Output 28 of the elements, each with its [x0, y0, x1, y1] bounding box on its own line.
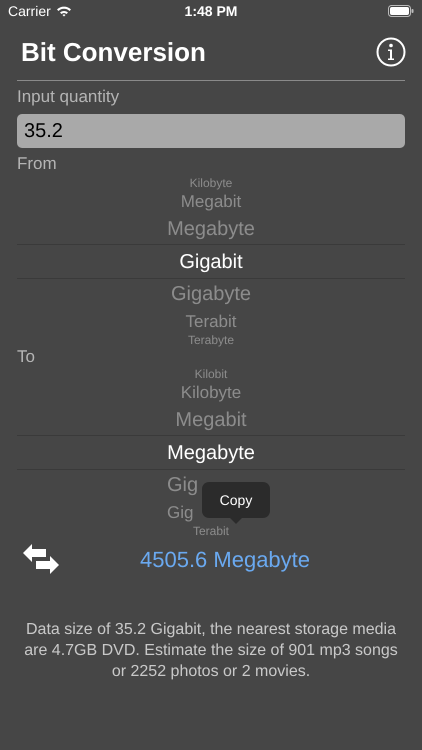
field-label: Input quantity	[17, 86, 120, 108]
conversion-result[interactable]: 4505.6 Megabyte	[140, 542, 310, 576]
storage-description: Data size of 35.2 Gigabit, the nearest storage media are 4.7GB DVD. Estimate the size of 901 mp3 songs or 2252 photos or 2 movies.	[23, 620, 399, 682]
picker-option[interactable]: Gigabyte	[170, 284, 252, 304]
carrier-label: Carrier	[8, 2, 51, 20]
picker-option[interactable]: Gig	[167, 475, 198, 495]
swap-arrows-icon[interactable]	[23, 544, 59, 574]
picker-option[interactable]: Gig	[167, 504, 194, 521]
picker-option[interactable]: Kilobit	[194, 368, 228, 380]
picker-option[interactable]: Megabit	[180, 193, 242, 210]
picker-option[interactable]: Kilobyte	[190, 177, 232, 189]
picker-option[interactable]: Megabit	[175, 410, 247, 430]
picker-option[interactable]: Gigabit	[179, 252, 243, 272]
picker-option[interactable]: Megabyte	[167, 442, 255, 462]
battery-icon	[388, 5, 414, 17]
picker-option[interactable]: Kilobyte	[180, 384, 242, 401]
quantity-input-field[interactable]: 35.2	[17, 114, 405, 148]
field-label: From	[17, 153, 58, 175]
picker-option[interactable]: Megabyte	[167, 219, 255, 239]
picker-option[interactable]: Terabit	[192, 525, 230, 537]
copy-tooltip[interactable]: Copy	[202, 482, 270, 518]
field-label: To	[17, 346, 36, 368]
page-title: Bit Conversion	[21, 36, 206, 68]
picker-option[interactable]: Terabit	[185, 313, 237, 330]
info-icon[interactable]	[376, 37, 406, 67]
picker-option[interactable]: Terabyte	[188, 334, 234, 346]
wifi-icon	[56, 5, 72, 17]
clock-time: 1:48 PM	[184, 2, 238, 20]
